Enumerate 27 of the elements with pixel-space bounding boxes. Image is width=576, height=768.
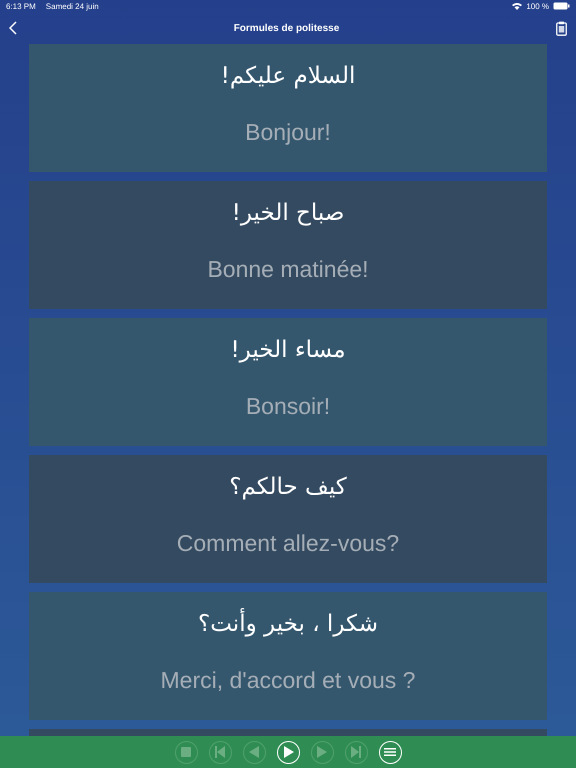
arabic-phrase: شكرا ، بخير وأنت؟ <box>198 607 378 641</box>
french-translation: Bonsoir! <box>246 392 330 421</box>
play-icon <box>282 746 294 758</box>
list-icon <box>384 746 396 758</box>
french-translation: Comment allez-vous? <box>176 529 400 558</box>
arabic-phrase: السلام عليكم! <box>220 62 356 91</box>
stop-icon <box>180 746 192 758</box>
skip-back-icon <box>214 746 226 758</box>
list-button[interactable] <box>378 740 402 764</box>
battery-percent: 100 % <box>526 2 549 10</box>
clipboard-icon[interactable] <box>556 20 567 36</box>
skip-forward-icon <box>350 746 362 758</box>
french-translation: Bonjour! <box>245 118 331 147</box>
french-translation: Bonne matinée! <box>207 255 369 284</box>
battery-icon <box>553 2 570 10</box>
french-translation: Merci, d'accord et vous ? <box>160 666 416 695</box>
arabic-phrase: كيف حالكم؟ <box>229 473 347 502</box>
status-date: Samedi 24 juin <box>46 2 99 10</box>
wifi-icon <box>512 2 522 10</box>
play-button[interactable] <box>276 740 300 764</box>
arabic-phrase: مساء الخير! <box>230 336 346 365</box>
rewind-icon <box>248 746 260 758</box>
fast-forward-icon <box>316 746 328 758</box>
back-icon[interactable] <box>9 21 17 35</box>
screen-title: Formules de politesse <box>234 22 340 34</box>
status-time: 6:13 PM <box>6 2 36 10</box>
arabic-phrase: صباح الخير! <box>232 199 344 228</box>
